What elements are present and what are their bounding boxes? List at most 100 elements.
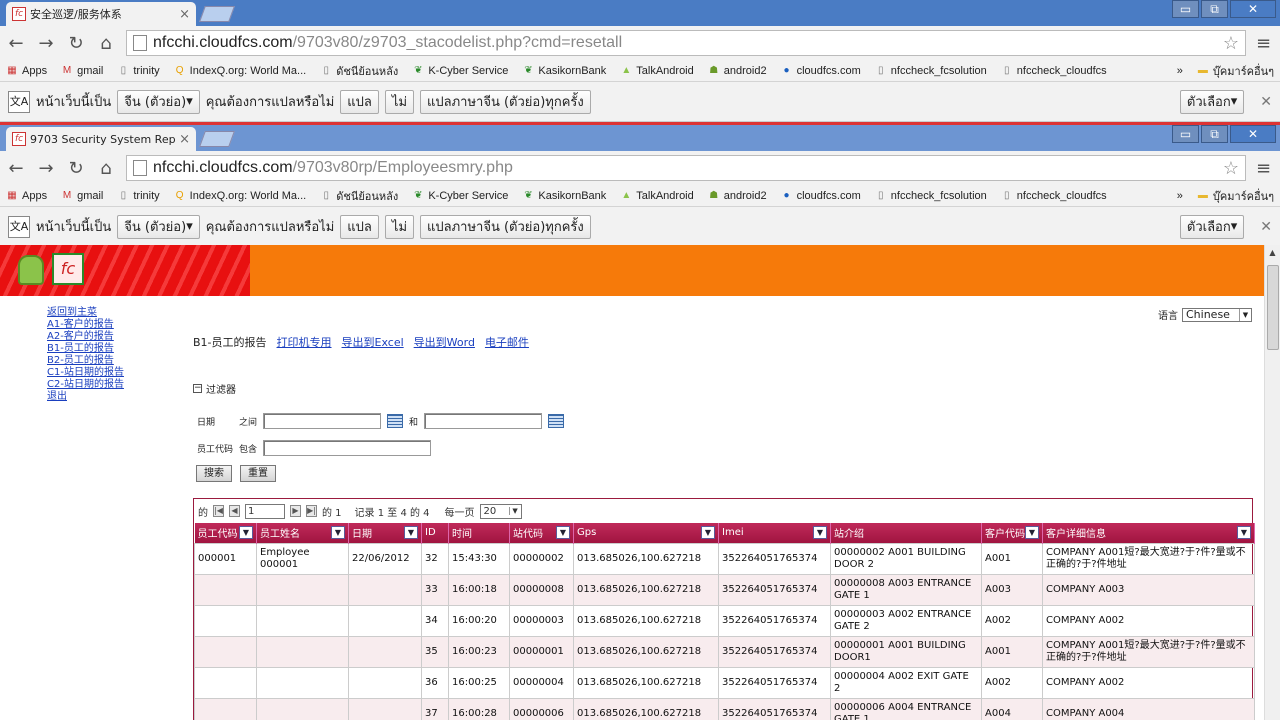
column-filter-icon[interactable]: ▼ [239,526,253,539]
first-page-icon[interactable]: |◀ [213,505,224,517]
column-filter-icon[interactable]: ▼ [813,526,827,539]
search-button[interactable]: 搜索 [196,465,232,482]
no-translate-button[interactable]: ไม่ [384,89,415,114]
forward-arrow-icon[interactable]: → [36,33,56,54]
bookmark-item[interactable]: ▯ ดัชนีย้อนหลัง [320,62,398,80]
nav-link[interactable]: 返回到主菜 [47,307,124,319]
column-header[interactable]: 客户代码 ▼ [981,523,1043,543]
column-filter-icon[interactable]: ▼ [404,526,418,539]
bookmark-item[interactable]: Mgmail [61,190,103,202]
bookmark-item[interactable]: ▯ nfccheck_cloudfcs [1001,190,1107,202]
nav-link[interactable]: C2-站日期的报告 [47,379,124,391]
nav-link[interactable]: A2-客户的报告 [47,331,124,343]
new-tab-button[interactable] [199,131,235,147]
nav-link[interactable]: C1-站日期的报告 [47,367,124,379]
column-filter-icon[interactable]: ▼ [1025,526,1039,539]
back-arrow-icon[interactable]: ← [6,33,26,54]
nav-link[interactable]: 退出 [47,391,124,403]
source-language-select[interactable]: จีน (ตัวย่อ) ▾ [117,214,200,239]
translate-options-button[interactable]: ตัวเลือก ▾ [1179,89,1245,114]
always-translate-button[interactable]: แปลภาษาจีน (ตัวย่อ)ทุกครั้ง [420,214,591,239]
filter-toggle[interactable]: − 过滤器 [193,381,236,396]
reset-button[interactable]: 重置 [240,465,276,482]
maximize-button[interactable]: ⧉ [1201,125,1228,143]
reload-icon[interactable]: ↻ [66,158,86,179]
bookmark-item[interactable]: ● cloudfcs.com [781,65,861,77]
bookmark-item[interactable]: ▦ Apps [6,65,47,77]
nav-link[interactable]: B1-员工的报告 [47,343,124,355]
date-to-input[interactable] [424,413,543,429]
column-header[interactable]: 员工代码 ▼ [194,523,257,543]
close-window-button[interactable]: ✕ [1230,125,1276,143]
bookmark-item[interactable]: Mgmail [61,65,103,77]
table-row[interactable]: 36 16:00:25 00000004 013.685026,100.627218 3… [194,666,1255,699]
address-bar[interactable]: nfcchi.cloudfcs.com/9703v80/z9703_stacod… [126,30,1246,56]
always-translate-button[interactable]: แปลภาษาจีน (ตัวย่อ)ทุกครั้ง [420,89,591,114]
table-row[interactable]: 35 16:00:23 00000001 013.685026,100.627218 3… [194,635,1255,668]
forward-arrow-icon[interactable]: → [36,158,56,179]
column-header[interactable]: Imei ▼ [718,523,831,543]
bookmark-item[interactable]: Q IndexQ.org: World Ma... [174,65,306,77]
bookmark-item[interactable]: ❦ KasikornBank [522,190,606,202]
calendar-icon[interactable] [387,414,404,428]
per-page-select[interactable]: 20 ▼ [479,503,522,519]
back-arrow-icon[interactable]: ← [6,158,26,179]
bookmark-item[interactable]: ▦ Apps [6,190,47,202]
scroll-up-icon[interactable]: ▲ [1265,245,1280,261]
close-tab-icon[interactable]: × [179,7,190,22]
bookmark-star-icon[interactable]: ☆ [1223,33,1239,54]
bookmarks-overflow-button[interactable]: » [1177,65,1183,77]
menu-icon[interactable]: ≡ [1256,158,1274,179]
bookmark-item[interactable]: ● cloudfcs.com [781,190,861,202]
nav-link[interactable]: A1-客户的报告 [47,319,124,331]
reload-icon[interactable]: ↻ [66,33,86,54]
menu-icon[interactable]: ≡ [1256,33,1274,54]
minimize-button[interactable]: ▭ [1172,0,1199,18]
bookmark-item[interactable]: ☗ android2 [708,65,766,77]
page-number-input[interactable]: 1 [245,503,285,519]
column-filter-icon[interactable]: ▼ [331,526,345,539]
next-page-icon[interactable]: ▶ [290,505,301,517]
home-icon[interactable]: ⌂ [96,158,116,179]
column-header[interactable]: 时间 [448,523,510,543]
bookmark-item[interactable]: ❦ K-Cyber Service [412,190,508,202]
nav-link[interactable]: B2-员工的报告 [47,355,124,367]
browser-tab-window1[interactable]: fc 安全巡逻/服务体系 × [6,2,196,26]
source-language-select[interactable]: จีน (ตัวย่อ) ▾ [117,89,200,114]
collapse-icon[interactable]: − [193,384,202,393]
column-header[interactable]: Gps ▼ [573,523,719,543]
translate-button[interactable]: แปล [340,214,379,239]
bookmark-star-icon[interactable]: ☆ [1223,158,1239,179]
column-header[interactable]: 员工姓名 ▼ [256,523,349,543]
export-excel-link[interactable]: 导出到Excel [342,334,404,350]
close-window-button[interactable]: ✕ [1230,0,1276,18]
bookmark-item[interactable]: ❦ KasikornBank [522,65,606,77]
table-row[interactable]: 37 16:00:28 00000006 013.685026,100.627218 3… [194,697,1255,720]
bookmark-item[interactable]: ▲ TalkAndroid [620,65,693,77]
other-bookmarks-folder[interactable]: ▬ บุ๊คมาร์คอื่นๆ [1197,62,1274,80]
close-translate-icon[interactable]: ✕ [1260,94,1272,110]
scroll-thumb[interactable] [1267,265,1279,350]
column-filter-icon[interactable]: ▼ [556,526,570,539]
column-filter-icon[interactable]: ▼ [701,526,715,539]
export-word-link[interactable]: 导出到Word [414,334,475,350]
column-header[interactable]: 站代码 ▼ [509,523,574,543]
column-header[interactable]: 站介绍 [830,523,982,543]
table-row[interactable]: 34 16:00:20 00000003 013.685026,100.627218 3… [194,604,1255,637]
bookmark-item[interactable]: ▯ trinity [117,65,160,77]
bookmark-item[interactable]: ☗ android2 [708,190,766,202]
close-tab-icon[interactable]: × [179,132,190,147]
browser-tab-window2[interactable]: fc 9703 Security System Repor × [6,127,196,151]
calendar-icon[interactable] [548,414,565,428]
language-select[interactable]: Chinese ▼ [1182,307,1252,322]
close-translate-icon[interactable]: ✕ [1260,219,1272,235]
date-from-input[interactable] [263,413,382,429]
prev-page-icon[interactable]: ◀ [229,505,240,517]
print-link[interactable]: 打印机专用 [277,334,332,350]
column-header[interactable]: ID [421,523,449,543]
bookmark-item[interactable]: Q IndexQ.org: World Ma... [174,190,306,202]
home-icon[interactable]: ⌂ [96,33,116,54]
no-translate-button[interactable]: ไม่ [384,214,415,239]
minimize-button[interactable]: ▭ [1172,125,1199,143]
bookmarks-overflow-button[interactable]: » [1177,190,1183,202]
